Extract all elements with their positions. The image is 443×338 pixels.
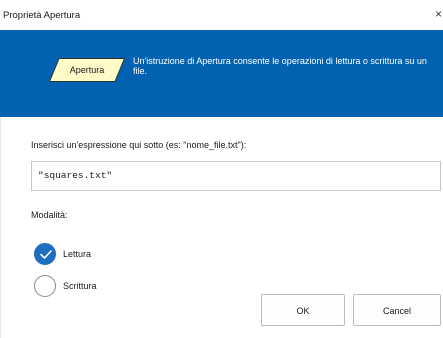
checkmark-icon — [40, 250, 52, 259]
radio-label-scrittura[interactable]: Scrittura — [63, 281, 97, 291]
mode-label: Modalità: — [31, 210, 68, 220]
window-title: Proprietà Apertura — [3, 10, 81, 21]
title-bar: Proprietà Apertura × — [0, 0, 443, 30]
radio-lettura[interactable] — [34, 243, 56, 265]
banner-description: Un'istruzione di Apertura consente le op… — [133, 56, 427, 76]
shape-label: Apertura — [69, 65, 105, 75]
expression-label: Inserisci un'espressione qui sotto (es: … — [31, 140, 247, 150]
expression-input[interactable]: "squares.txt" — [31, 161, 441, 191]
ok-button[interactable]: OK — [261, 294, 345, 326]
radio-scrittura[interactable] — [34, 275, 56, 297]
open-statement-shape: Apertura — [49, 58, 125, 82]
cancel-button[interactable]: Cancel — [353, 294, 441, 326]
radio-label-lettura[interactable]: Lettura — [63, 249, 91, 259]
close-icon[interactable]: × — [428, 6, 442, 22]
